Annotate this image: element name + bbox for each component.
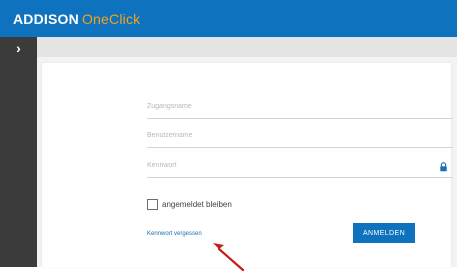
top-bar: ADDISON OneClick	[0, 0, 457, 37]
login-card: angemeldet bleiben Kennwort vergessen AN…	[42, 63, 453, 272]
sidebar-toggle-button[interactable]: ›	[0, 37, 37, 59]
access-name-field	[147, 96, 453, 119]
toolbar-strip	[37, 37, 457, 57]
brand-sub: OneClick	[81, 10, 141, 27]
username-field	[147, 125, 453, 148]
forgot-password-link[interactable]: Kennwort vergessen	[147, 231, 202, 237]
app-window: ADDISONOneClick › angemeldet bleiben Ken…	[0, 0, 457, 272]
remember-me[interactable]: angemeldet bleiben	[147, 199, 232, 210]
remember-checkbox[interactable]	[147, 199, 158, 210]
username-input[interactable]	[147, 125, 427, 145]
annotation-arrow-icon	[213, 243, 245, 272]
lock-icon[interactable]	[439, 162, 448, 172]
password-field	[147, 155, 453, 178]
sidebar: ›	[0, 37, 37, 267]
access-name-input[interactable]	[147, 96, 427, 116]
remember-label: angemeldet bleiben	[162, 200, 232, 209]
login-button[interactable]: ANMELDEN	[353, 223, 415, 243]
brand-main: ADDISON	[13, 10, 79, 27]
password-input[interactable]	[147, 155, 427, 175]
brand-logo: ADDISON OneClick	[13, 11, 140, 27]
